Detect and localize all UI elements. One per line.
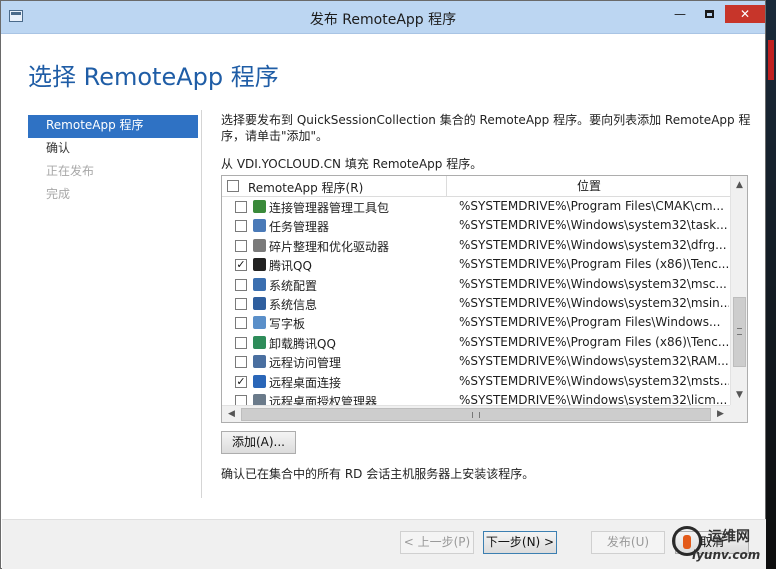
desktop-background	[766, 0, 776, 569]
nav-item-remoteapp[interactable]: RemoteApp 程序	[28, 115, 198, 138]
nav-item-complete: 完成	[46, 187, 71, 201]
list-rows: 连接管理器管理工具包 %SYSTEMDRIVE%\Program Files\CM…	[222, 197, 730, 410]
scroll-corner	[730, 405, 747, 422]
source-label: 从 VDI.YOCLOUD.CN 填充 RemoteApp 程序。	[221, 157, 483, 171]
row-checkbox[interactable]	[235, 239, 247, 252]
qq-penguin-icon	[253, 258, 266, 272]
row-checkbox[interactable]	[235, 336, 247, 349]
horizontal-scrollbar[interactable]: ◀ ▶	[222, 405, 730, 422]
previous-button[interactable]: < 上一步(P)	[400, 531, 474, 554]
list-item[interactable]: 碎片整理和优化驱动器 %SYSTEMDRIVE%\Windows\system32…	[222, 236, 730, 255]
next-button[interactable]: 下一步(N) >	[483, 531, 557, 554]
vertical-scroll-thumb[interactable]	[733, 297, 746, 367]
program-path: %SYSTEMDRIVE%\Program Files\CMAK\cm...	[459, 199, 724, 213]
row-checkbox[interactable]	[235, 278, 247, 291]
grip-icon	[472, 412, 480, 418]
program-name: 任务管理器	[269, 220, 330, 235]
list-item[interactable]: ✓ 腾讯QQ %SYSTEMDRIVE%\Program Files (x86)\T…	[222, 255, 730, 274]
row-checkbox[interactable]	[235, 201, 247, 213]
program-name: 腾讯QQ	[269, 259, 312, 274]
program-name: 卸载腾讯QQ	[269, 336, 336, 351]
scroll-up-icon[interactable]: ▲	[731, 177, 747, 194]
watermark-text: 运维网	[708, 529, 750, 545]
watermark: 运维网 iyunv.com	[672, 522, 772, 567]
column-header-program[interactable]: RemoteApp 程序(R)	[222, 176, 447, 196]
publish-remoteapp-dialog: 发布 RemoteApp 程序 — ✕ 选择 RemoteApp 程序 Remo…	[0, 0, 766, 569]
program-path: %SYSTEMDRIVE%\Windows\system32\task...	[459, 218, 728, 233]
remote-desktop-icon	[253, 374, 266, 388]
column-header-location[interactable]: 位置	[448, 176, 730, 196]
program-name: 碎片整理和优化驱动器	[269, 239, 390, 254]
add-button[interactable]: 添加(A)...	[221, 431, 296, 454]
cmak-icon	[253, 200, 266, 213]
publish-button[interactable]: 发布(U)	[591, 531, 665, 554]
dialog-footer: < 上一步(P) 下一步(N) > 发布(U) 取消	[2, 519, 766, 569]
column-header-program-label: RemoteApp 程序(R)	[248, 181, 364, 195]
task-manager-icon	[253, 219, 266, 233]
row-checkbox[interactable]: ✓	[235, 375, 247, 388]
list-item[interactable]: 卸载腾讯QQ %SYSTEMDRIVE%\Program Files (x86)\…	[222, 333, 730, 352]
scroll-down-icon[interactable]: ▼	[731, 387, 747, 404]
nav-item-publishing: 正在发布	[46, 164, 95, 178]
nav-item-confirm[interactable]: 确认	[28, 138, 198, 161]
row-checkbox[interactable]: ✓	[235, 259, 247, 272]
select-all-checkbox[interactable]	[227, 180, 239, 192]
remote-access-icon	[253, 355, 266, 369]
list-header: RemoteApp 程序(R) 位置	[222, 176, 730, 197]
program-path: %SYSTEMDRIVE%\Program Files (x86)\Tenc..…	[459, 334, 729, 349]
vertical-scrollbar[interactable]: ▲ ▼	[730, 176, 747, 405]
list-item[interactable]: 连接管理器管理工具包 %SYSTEMDRIVE%\Program Files\CM…	[222, 197, 730, 216]
program-name: 远程访问管理	[269, 356, 342, 371]
program-path: %SYSTEMDRIVE%\Program Files\Windows...	[459, 315, 721, 330]
row-checkbox[interactable]	[235, 356, 247, 369]
defrag-icon	[253, 238, 266, 252]
program-path: %SYSTEMDRIVE%\Program Files (x86)\Tenc..…	[459, 257, 729, 272]
maximize-button[interactable]	[696, 5, 722, 23]
wizard-nav: RemoteApp 程序 确认 正在发布 完成	[28, 115, 198, 207]
instructions: 选择要发布到 QuickSessionCollection 集合的 Remote…	[221, 113, 751, 143]
horizontal-scroll-thumb[interactable]	[241, 408, 711, 421]
window-title: 发布 RemoteApp 程序	[309, 12, 457, 28]
row-checkbox[interactable]	[235, 220, 247, 233]
list-item[interactable]: 写字板 %SYSTEMDRIVE%\Program Files\Windows..…	[222, 313, 730, 332]
program-path: %SYSTEMDRIVE%\Windows\system32\msin...	[459, 295, 729, 310]
row-checkbox[interactable]	[235, 317, 247, 330]
system-config-icon	[253, 277, 266, 291]
program-name: 连接管理器管理工具包	[269, 201, 390, 215]
list-item[interactable]: ✓ 远程桌面连接 %SYSTEMDRIVE%\Windows\system32\ms…	[222, 372, 730, 391]
program-path: %SYSTEMDRIVE%\Windows\system32\RAM...	[459, 354, 729, 369]
list-item[interactable]: 系统配置 %SYSTEMDRIVE%\Windows\system32\msc..…	[222, 275, 730, 294]
watermark-url: iyunv.com	[692, 548, 761, 562]
confirm-note: 确认已在集合中的所有 RD 会话主机服务器上安装该程序。	[221, 467, 535, 481]
wordpad-icon	[253, 316, 266, 330]
program-name: 系统信息	[269, 297, 318, 312]
list-item[interactable]: 远程访问管理 %SYSTEMDRIVE%\Windows\system32\RAM…	[222, 352, 730, 371]
grip-icon	[737, 328, 742, 335]
scroll-left-icon[interactable]: ◀	[223, 406, 240, 422]
program-path: %SYSTEMDRIVE%\Windows\system32\msts...	[459, 373, 729, 388]
row-checkbox[interactable]	[235, 297, 247, 310]
list-item[interactable]: 任务管理器 %SYSTEMDRIVE%\Windows\system32\task…	[222, 216, 730, 235]
nav-divider	[201, 110, 202, 498]
list-item[interactable]: 系统信息 %SYSTEMDRIVE%\Windows\system32\msin.…	[222, 294, 730, 313]
background-strip	[768, 40, 774, 80]
page-heading: 选择 RemoteApp 程序	[28, 63, 279, 91]
program-name: 系统配置	[269, 278, 318, 293]
close-button[interactable]: ✕	[725, 5, 765, 23]
program-name: 写字板	[269, 317, 306, 332]
program-path: %SYSTEMDRIVE%\Windows\system32\msc...	[459, 276, 727, 291]
remoteapp-list[interactable]: RemoteApp 程序(R) 位置 连接管理器管理工具包 %SYSTEMDRIV…	[221, 175, 748, 423]
program-path: %SYSTEMDRIVE%\Windows\system32\dfrg...	[459, 237, 727, 252]
uninstall-icon	[253, 335, 266, 349]
system-info-icon	[253, 296, 266, 310]
title-bar[interactable]: 发布 RemoteApp 程序 — ✕	[1, 1, 765, 34]
scroll-right-icon[interactable]: ▶	[712, 406, 729, 422]
maximize-icon	[704, 10, 714, 18]
program-name: 远程桌面连接	[269, 375, 342, 390]
minimize-button[interactable]: —	[667, 5, 693, 23]
